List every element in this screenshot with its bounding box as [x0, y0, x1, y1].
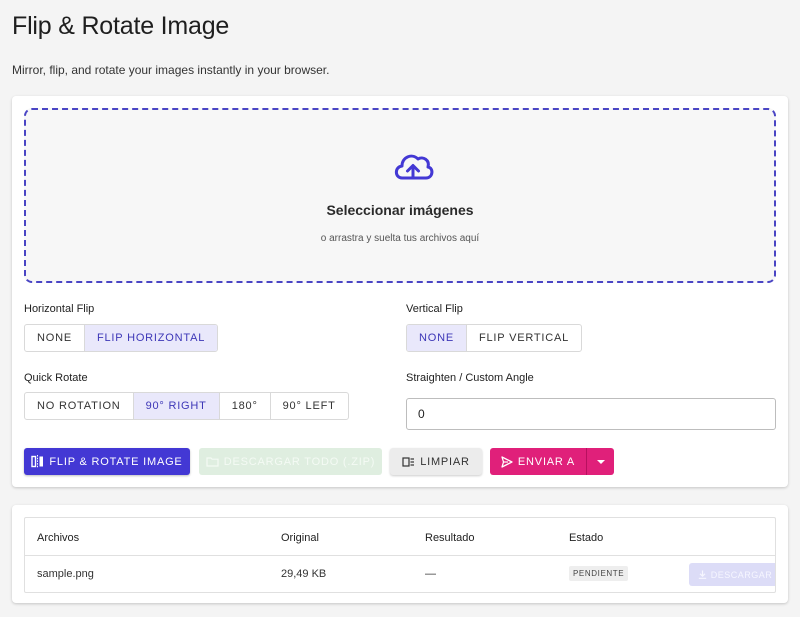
clear-button-label: LIMPIAR — [420, 455, 470, 468]
quick-rotate-toggle: NO ROTATION 90° RIGHT 180° 90° LEFT — [24, 392, 349, 420]
horizontal-flip-toggle: NONE FLIP HORIZONTAL — [24, 324, 219, 352]
dropzone-hint: o arrastra y suelta tus archivos aquí — [320, 233, 480, 244]
hflip-none-option[interactable]: NONE — [25, 325, 85, 351]
send-to-dropdown-button[interactable] — [586, 448, 614, 475]
folder-zip-icon — [206, 457, 219, 467]
send-to-button-label: ENVIAR A — [517, 455, 576, 468]
rotate-none-option[interactable]: NO ROTATION — [25, 393, 134, 419]
file-name: sample.png — [37, 568, 94, 580]
download-file-button-label: DESCARGAR — [710, 569, 773, 580]
file-dropzone[interactable]: Seleccionar imágenes o arrastra y suelta… — [24, 108, 776, 283]
vertical-flip-toggle: NONE FLIP VERTICAL — [406, 324, 583, 352]
page-title: Flip & Rotate Image — [12, 12, 230, 40]
header-divider — [25, 555, 775, 556]
custom-angle-label: Straighten / Custom Angle — [406, 372, 534, 384]
download-all-button-label: DESCARGAR TODO (.ZIP) — [223, 455, 376, 468]
tool-card: Seleccionar imágenes o arrastra y suelta… — [12, 96, 788, 487]
download-icon — [698, 570, 706, 579]
vflip-vertical-option[interactable]: FLIP VERTICAL — [467, 325, 581, 351]
clear-button[interactable]: LIMPIAR — [390, 448, 482, 475]
flip-rotate-button[interactable]: FLIP & ROTATE IMAGE — [24, 448, 190, 475]
files-table: Archivos Original Resultado Estado sampl… — [24, 517, 776, 593]
column-header-result: Resultado — [425, 532, 475, 544]
hflip-horizontal-option[interactable]: FLIP HORIZONTAL — [84, 325, 218, 351]
send-to-button[interactable]: ENVIAR A — [490, 448, 586, 475]
file-original-size: 29,49 KB — [281, 568, 327, 580]
download-file-button[interactable]: DESCARGAR — [689, 563, 775, 586]
files-card: Archivos Original Resultado Estado sampl… — [12, 505, 788, 603]
quick-rotate-label: Quick Rotate — [24, 372, 88, 384]
send-icon — [501, 455, 513, 468]
download-all-button[interactable]: DESCARGAR TODO (.ZIP) — [199, 448, 382, 475]
column-header-original: Original — [281, 532, 319, 544]
column-header-files: Archivos — [37, 532, 80, 544]
vflip-none-option[interactable]: NONE — [407, 325, 467, 351]
horizontal-flip-label: Horizontal Flip — [24, 303, 95, 315]
rotate-90-right-option[interactable]: 90° RIGHT — [133, 393, 220, 419]
flip-rotate-button-label: FLIP & ROTATE IMAGE — [49, 455, 183, 468]
dropzone-title: Seleccionar imágenes — [326, 202, 474, 218]
file-result-size: — — [425, 568, 436, 580]
clear-list-icon — [402, 457, 415, 467]
flip-icon — [31, 455, 44, 468]
status-badge: PENDIENTE — [569, 566, 629, 581]
vertical-flip-label: Vertical Flip — [406, 303, 463, 315]
custom-angle-input[interactable] — [406, 398, 776, 430]
rotate-180-option[interactable]: 180° — [220, 393, 271, 419]
rotate-90-left-option[interactable]: 90° LEFT — [271, 393, 348, 419]
page-subtitle: Mirror, flip, and rotate your images ins… — [12, 63, 330, 77]
column-header-status: Estado — [569, 532, 604, 544]
caret-down-icon — [596, 459, 605, 464]
cloud-upload-icon — [394, 154, 434, 180]
